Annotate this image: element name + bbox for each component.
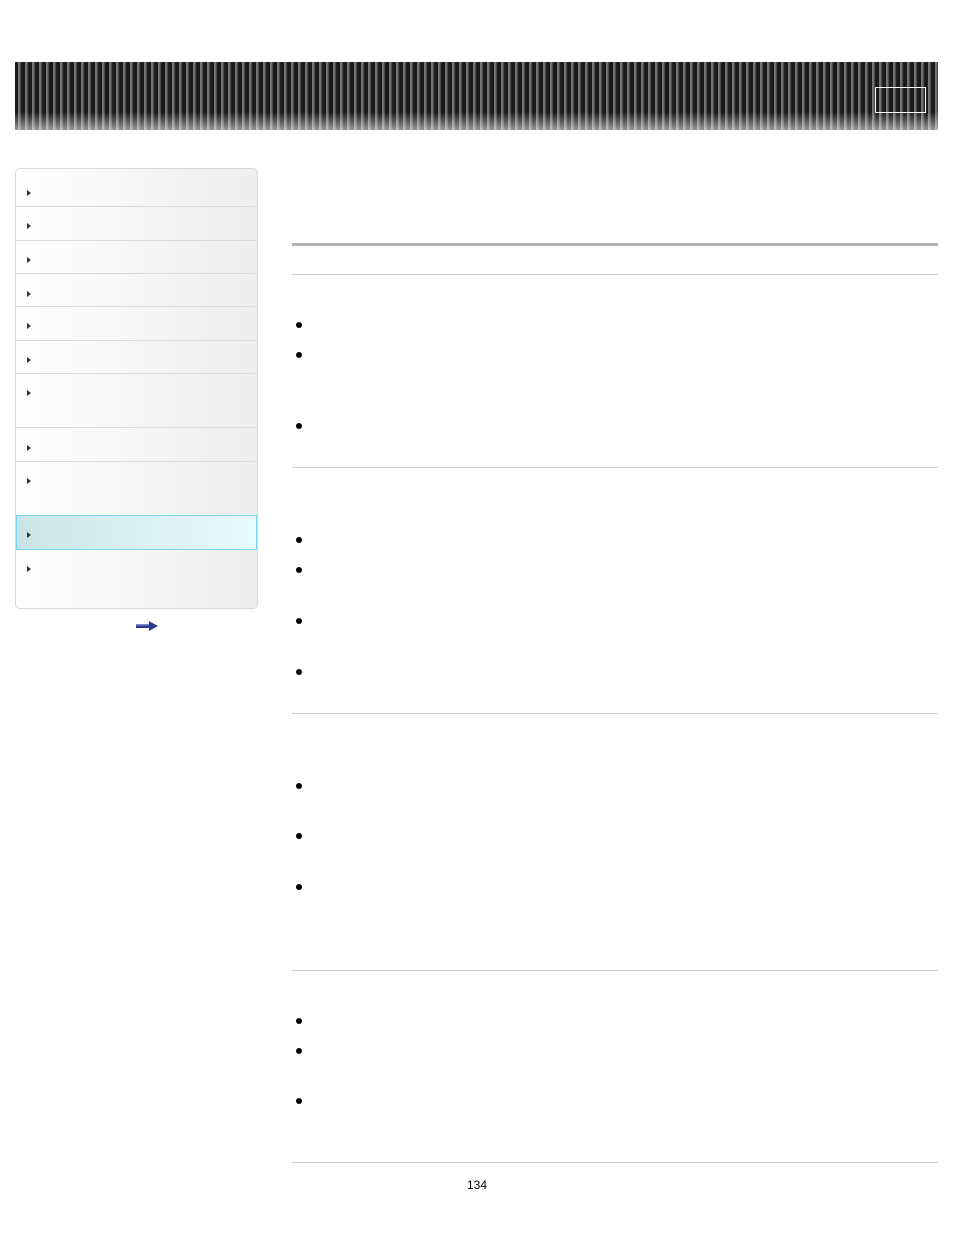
sidebar-item-8[interactable]: [16, 428, 257, 462]
sidebar-item-11[interactable]: [16, 550, 257, 608]
triangle-right-icon: [27, 190, 31, 196]
title-divider: [292, 243, 938, 246]
bullet-point: [296, 884, 302, 890]
bullet-point: [296, 833, 302, 839]
arrow-right-icon[interactable]: [136, 621, 158, 631]
triangle-right-icon: [27, 223, 31, 229]
sidebar-item-6[interactable]: [16, 341, 257, 374]
triangle-right-icon: [27, 323, 31, 329]
sidebar-item-10-selected[interactable]: [16, 515, 257, 550]
sidebar-item-4[interactable]: [16, 274, 257, 307]
bullet-point: [296, 1098, 302, 1104]
sidebar-item-9[interactable]: [16, 462, 257, 516]
triangle-right-icon: [27, 390, 31, 396]
triangle-right-icon: [27, 566, 31, 572]
bullet-point: [296, 423, 302, 429]
section-divider: [292, 274, 938, 275]
bullet-point: [296, 567, 302, 573]
sidebar-item-1[interactable]: [16, 169, 257, 207]
bullet-point: [296, 537, 302, 543]
triangle-right-icon: [27, 478, 31, 484]
triangle-right-icon: [27, 257, 31, 263]
section-divider: [292, 713, 938, 714]
sidebar-item-5[interactable]: [16, 307, 257, 341]
bullet-point: [296, 1048, 302, 1054]
page-number: 134: [466, 1178, 488, 1192]
sidebar-item-3[interactable]: [16, 241, 257, 274]
triangle-right-icon: [27, 357, 31, 363]
section-divider: [292, 970, 938, 971]
bullet-point: [296, 669, 302, 675]
footer-divider: [292, 1162, 938, 1163]
sidebar-item-2[interactable]: [16, 207, 257, 241]
bullet-point: [296, 322, 302, 328]
triangle-right-icon: [27, 532, 31, 538]
bullet-point: [296, 352, 302, 358]
triangle-right-icon: [27, 445, 31, 451]
section-divider: [292, 467, 938, 468]
bullet-point: [296, 618, 302, 624]
header-banner: [15, 62, 938, 130]
triangle-right-icon: [27, 291, 31, 297]
sidebar-item-7[interactable]: [16, 374, 257, 428]
bullet-point: [296, 783, 302, 789]
header-button[interactable]: [875, 87, 926, 113]
sidebar-nav: [15, 168, 258, 609]
bullet-point: [296, 1018, 302, 1024]
